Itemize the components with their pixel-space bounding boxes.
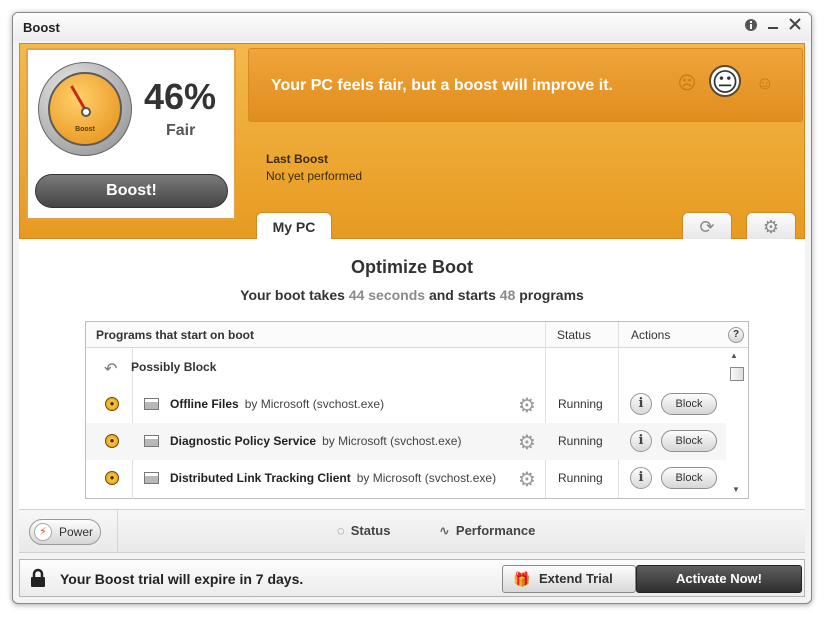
program-publisher: by Microsoft (svchost.exe) [322,434,462,448]
scroll-thumb[interactable] [730,367,744,381]
program-name: Offline Files [170,397,239,411]
happy-face-icon: ☺ [755,73,775,93]
settings-icon[interactable]: ⚙ [746,212,796,240]
header-actions: Actions [631,328,671,342]
title-bar: Boost [13,13,811,41]
startup-programs-table: Programs that start on boot Status Actio… [85,321,749,499]
score-percent: 46% [144,76,217,117]
extend-trial-button[interactable]: 🎁 Extend Trial [502,565,636,593]
scroll-down-icon[interactable]: ▼ [732,485,740,494]
program-status: Running [558,471,603,485]
tab-status[interactable]: ◌ Status [337,523,390,538]
header-status: Status [557,328,592,342]
neutral-face-icon: 😐 [709,65,741,97]
trial-message: Your Boost trial will expire in 7 days. [60,571,304,587]
program-window-icon [144,472,159,484]
pulse-icon: ∿ [439,523,450,538]
program-publisher: by Microsoft (svchost.exe) [244,397,385,411]
last-boost-label: Last Boost [266,152,329,166]
boot-seconds: 44 seconds [348,287,426,303]
info-icon[interactable] [743,18,759,34]
status-message: Your PC feels fair, but a boost will imp… [271,77,613,94]
scroll-up-icon[interactable]: ▲ [730,351,738,360]
activate-now-button[interactable]: Activate Now! [636,565,802,593]
info-button[interactable]: i [630,467,652,489]
group-row-possibly-block: ↶ Possibly Block [86,349,726,385]
header-programs: Programs that start on boot [96,328,255,342]
startup-status-icon: ● [105,397,119,411]
boost-button[interactable]: Boost! [35,174,228,208]
startup-status-icon: ● [105,471,119,485]
boost-window: Boost Boost 46% Fair Boost! Your PC feel… [12,12,812,604]
close-icon[interactable] [787,18,803,34]
block-button[interactable]: Block [661,393,717,415]
program-publisher: by Microsoft (svchost.exe) [356,471,497,485]
block-button[interactable]: Block [661,467,717,489]
gear-icon[interactable]: ⚙ [518,430,536,455]
tab-performance[interactable]: ∿ Performance [439,523,535,539]
program-name: Distributed Link Tracking Client [170,471,351,485]
lightning-icon: ⚡ [34,523,52,541]
group-label: Possibly Block [131,360,217,374]
program-window-icon [144,435,159,447]
info-button[interactable]: i [630,393,652,415]
gauge-icon: Boost [38,62,132,156]
block-button[interactable]: Block [661,430,717,452]
gear-icon[interactable]: ⚙ [518,393,536,418]
minimize-icon[interactable] [765,18,781,34]
lock-icon [31,568,45,587]
gift-icon: 🎁 [513,571,531,587]
program-window-icon [144,398,159,410]
last-boost-value: Not yet performed [266,169,363,183]
footer-tabs: ⚡ Power ◌ Status ∿ Performance [19,509,805,553]
score-card: Boost 46% Fair Boost! [26,48,236,220]
window-title: Boost [23,20,60,35]
power-button[interactable]: ⚡ Power [29,519,101,545]
main-content: Optimize Boot Your boot takes 44 seconds… [19,239,805,519]
gear-icon[interactable]: ⚙ [518,467,536,492]
tab-my-pc[interactable]: My PC [256,212,332,240]
page-title: Optimize Boot [351,257,473,277]
header-panel: Boost 46% Fair Boost! Your PC feels fair… [19,43,805,240]
trial-bar: Your Boost trial will expire in 7 days. … [19,559,805,597]
gauge-label: Boost [75,126,95,133]
help-icon[interactable]: ? [728,327,744,343]
boot-programs-count: 48 [499,287,516,303]
info-button[interactable]: i [630,430,652,452]
table-scrollbar[interactable]: ▲ ▼ [726,349,748,498]
table-row: ● Distributed Link Tracking Client by Mic… [86,460,726,497]
status-message-box: Your PC feels fair, but a boost will imp… [248,48,803,122]
program-status: Running [558,434,603,448]
boot-summary: Your boot takes 44 seconds and starts 48… [240,287,584,303]
arrow-curve-icon: ↶ [104,361,118,378]
program-name: Diagnostic Policy Service [170,434,317,448]
table-header: Programs that start on boot Status Actio… [86,322,748,348]
program-status: Running [558,397,603,411]
table-row: ● Offline Files by Microsoft (svchost.exe… [86,386,726,423]
refresh-icon[interactable]: ⟳ [682,212,732,240]
sad-face-icon: ☹ [677,73,697,93]
status-spinner-icon: ◌ [337,523,345,538]
table-row: ● Diagnostic Policy Service by Microsoft … [86,423,726,460]
score-rating: Fair [166,122,196,139]
startup-status-icon: ● [105,434,119,448]
